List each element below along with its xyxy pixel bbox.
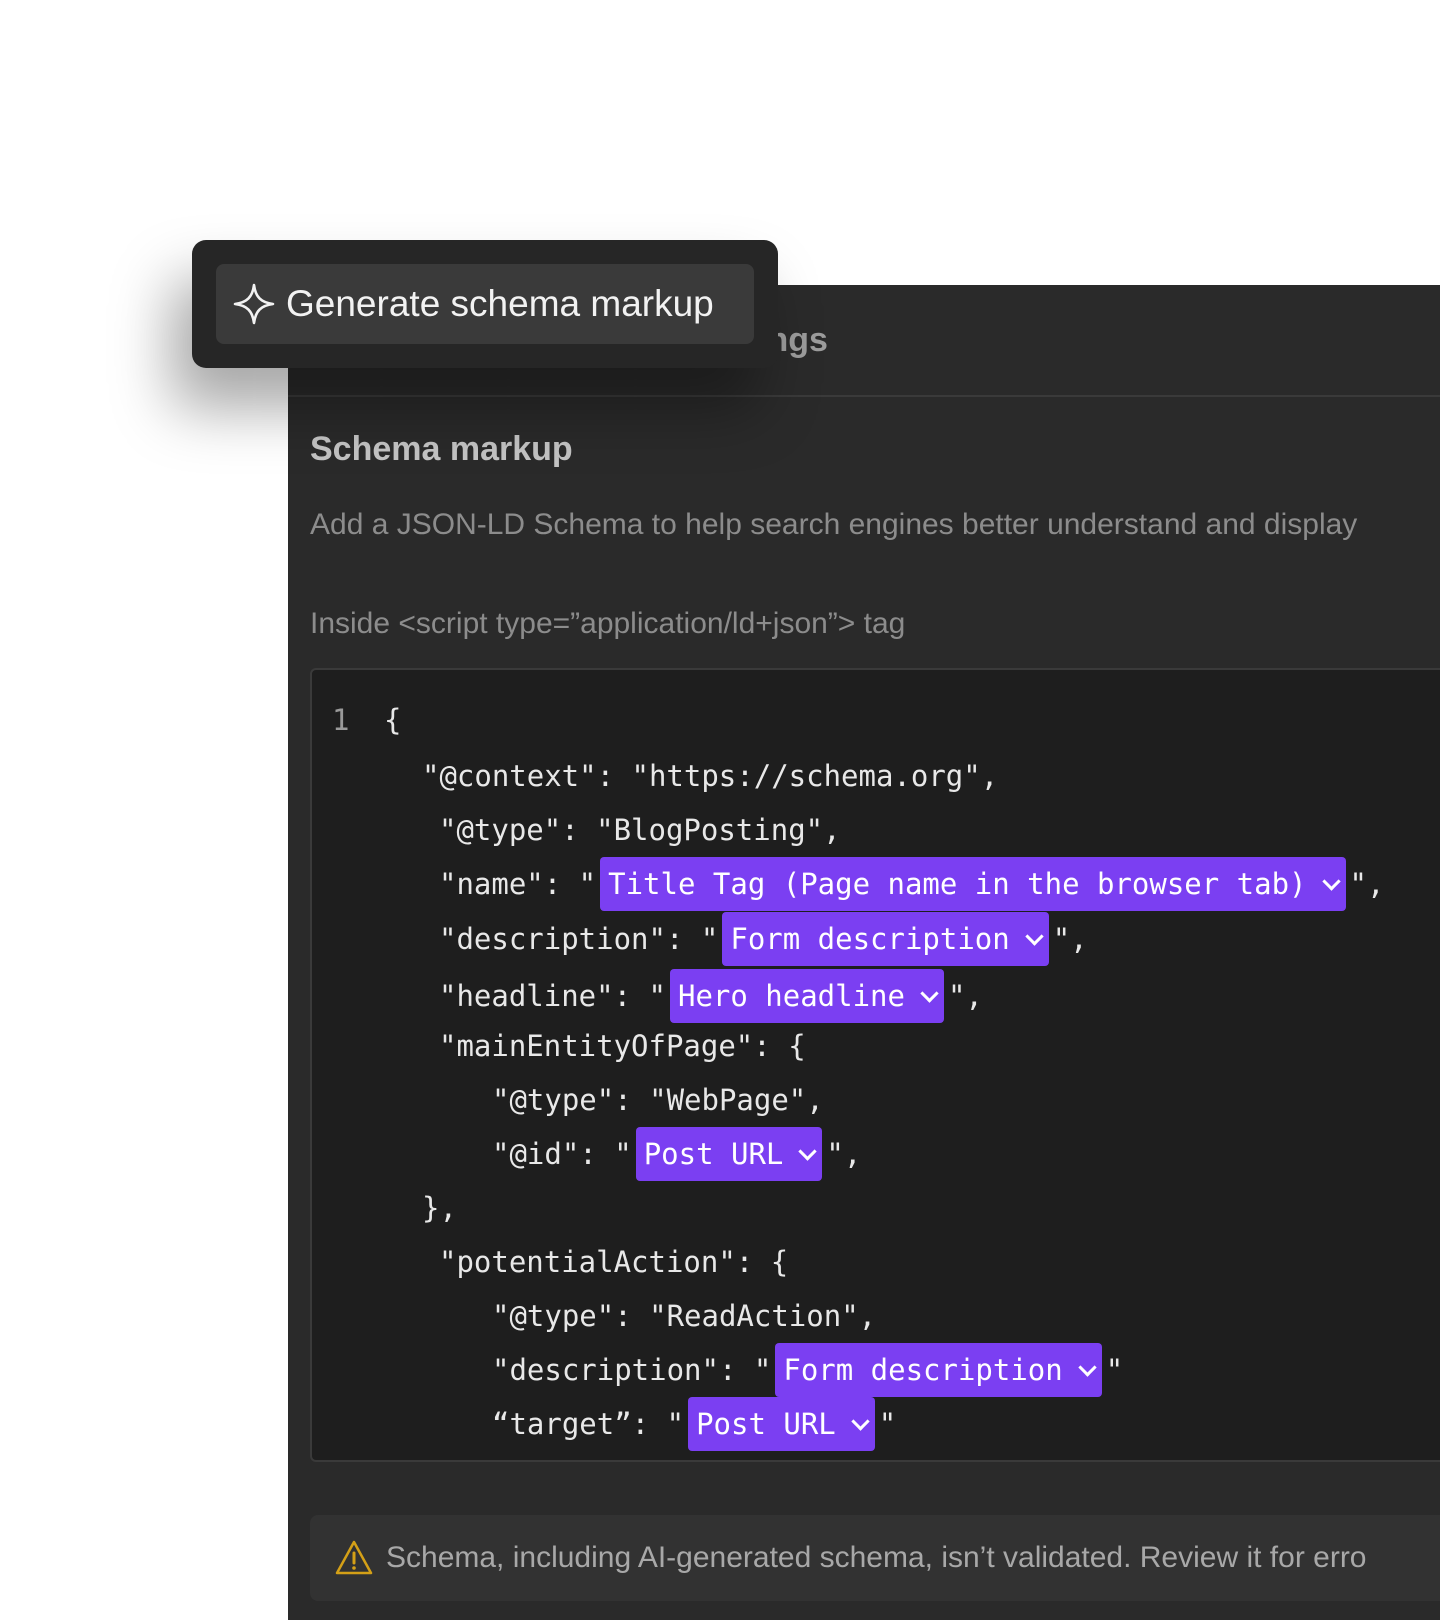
- chevron-down-icon: [1025, 926, 1044, 946]
- code-text: “target”: ": [492, 1407, 685, 1441]
- section-description: Add a JSON-LD Schema to help search engi…: [310, 508, 1358, 541]
- validation-warning: Schema, including AI-generated schema, i…: [310, 1515, 1440, 1601]
- generate-schema-popover: Generate schema markup: [192, 240, 778, 368]
- code-line: {: [384, 700, 401, 740]
- token-label: Form description: [730, 922, 1010, 956]
- code-text: "mainEntityOfPage": {: [439, 1029, 806, 1063]
- token-label: Post URL: [643, 1137, 784, 1171]
- code-text: {: [384, 703, 402, 737]
- warning-icon: [335, 1540, 373, 1575]
- code-text: ",: [826, 1137, 862, 1171]
- code-text: "description": ": [439, 922, 719, 956]
- code-text: ",: [947, 979, 983, 1013]
- code-line: “target”: " Post URL ": [492, 1397, 897, 1451]
- code-text: "@context": "https://schema.org",: [422, 759, 999, 793]
- code-text: "headline": ": [439, 979, 666, 1013]
- section-title: Schema markup: [310, 430, 573, 468]
- code-text: ": [1105, 1353, 1124, 1387]
- variable-token-title-tag[interactable]: Title Tag (Page name in the browser tab): [600, 857, 1346, 911]
- code-text: },: [422, 1191, 457, 1225]
- code-text: ",: [1052, 922, 1088, 956]
- code-text: "potentialAction": {: [439, 1245, 789, 1279]
- code-line: },: [422, 1188, 457, 1228]
- chevron-down-icon: [1321, 871, 1341, 891]
- code-line: "potentialAction": {: [439, 1242, 788, 1282]
- code-line: "@context": "https://schema.org",: [422, 756, 998, 796]
- variable-token-post-url[interactable]: Post URL: [635, 1127, 823, 1181]
- chevron-down-icon: [851, 1411, 870, 1431]
- generate-schema-button[interactable]: Generate schema markup: [216, 264, 754, 344]
- code-text: "@type": "WebPage",: [492, 1083, 824, 1117]
- token-label: Hero headline: [677, 979, 905, 1013]
- code-text: "@type": "ReadAction",: [492, 1299, 877, 1333]
- variable-token-form-description[interactable]: Form description: [722, 912, 1049, 966]
- code-text: ",: [1349, 867, 1385, 901]
- code-line: "@type": "BlogPosting",: [439, 810, 841, 850]
- code-text: "@type": "BlogPosting",: [439, 813, 841, 847]
- code-line: "description": " Form description ": [492, 1343, 1124, 1397]
- code-line: "@type": "WebPage",: [492, 1080, 824, 1120]
- code-line: "name": " Title Tag (Page name in the br…: [439, 857, 1385, 911]
- schema-code-editor[interactable]: 1 { "@context": "https://schema.org", "@…: [310, 668, 1440, 1462]
- code-line: "description": " Form description ",: [439, 912, 1088, 966]
- sparkle-icon: [233, 283, 275, 325]
- chevron-down-icon: [798, 1141, 818, 1161]
- line-number: 1: [332, 703, 350, 737]
- code-line: "@id": " Post URL ",: [492, 1127, 862, 1181]
- warning-text: Schema, including AI-generated schema, i…: [386, 1541, 1367, 1574]
- code-editor-label: Inside <script type=”application/ld+json…: [310, 607, 906, 640]
- code-text: "@id": ": [492, 1137, 632, 1171]
- chevron-down-icon: [920, 983, 939, 1003]
- token-label: Form description: [783, 1353, 1063, 1387]
- variable-token-form-description[interactable]: Form description: [775, 1343, 1102, 1397]
- code-text: "name": ": [439, 867, 597, 901]
- variable-token-hero-headline[interactable]: Hero headline: [669, 969, 944, 1023]
- schema-settings-panel: ings Schema markup Add a JSON-LD Schema …: [288, 285, 1440, 1620]
- chevron-down-icon: [1078, 1357, 1097, 1377]
- generate-schema-label: Generate schema markup: [286, 283, 714, 324]
- code-line: "mainEntityOfPage": {: [439, 1026, 806, 1066]
- code-line: "@type": "ReadAction",: [492, 1296, 876, 1336]
- code-text: ": [878, 1407, 897, 1441]
- token-label: Post URL: [696, 1407, 836, 1441]
- code-text: "description": ": [492, 1353, 772, 1387]
- variable-token-post-url[interactable]: Post URL: [688, 1397, 875, 1451]
- code-line: "headline": " Hero headline ",: [439, 969, 983, 1023]
- token-label: Title Tag (Page name in the browser tab): [608, 867, 1307, 901]
